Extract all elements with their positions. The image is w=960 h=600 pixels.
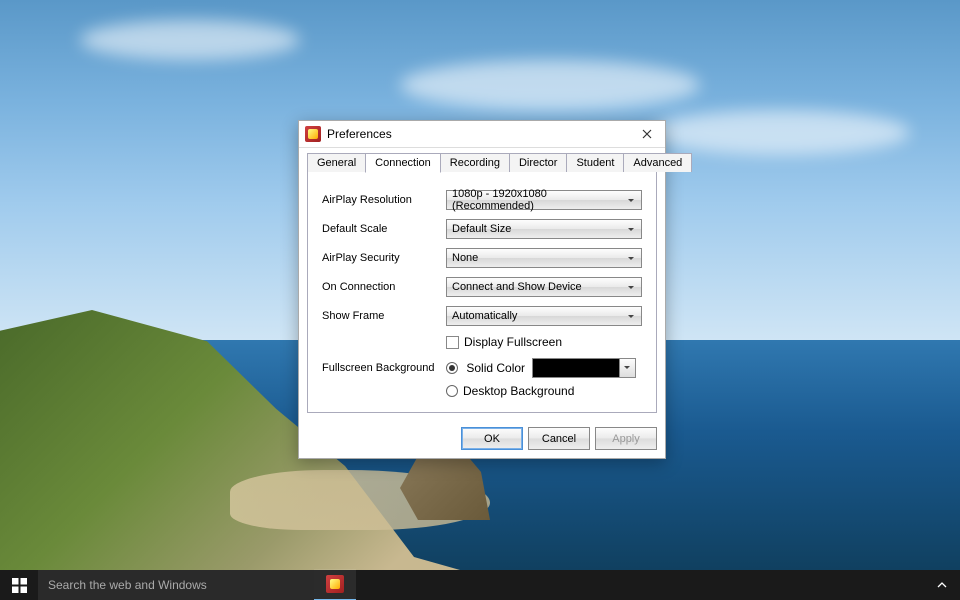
tray-overflow-button[interactable] — [930, 570, 954, 600]
tab-advanced[interactable]: Advanced — [623, 153, 692, 172]
tab-recording[interactable]: Recording — [440, 153, 510, 172]
cancel-button[interactable]: Cancel — [528, 427, 590, 450]
radio-desktop-background[interactable] — [446, 385, 458, 397]
combo-value: Connect and Show Device — [452, 281, 582, 293]
close-button[interactable] — [635, 125, 659, 143]
start-button[interactable] — [0, 570, 38, 600]
combo-airplay-resolution[interactable]: 1080p - 1920x1080 (Recommended) — [446, 190, 642, 210]
tab-director[interactable]: Director — [509, 153, 568, 172]
combo-show-frame[interactable]: Automatically — [446, 306, 642, 326]
ok-button[interactable]: OK — [461, 427, 523, 450]
combo-value: Default Size — [452, 223, 511, 235]
radio-solid-color[interactable] — [446, 362, 458, 374]
windows-icon — [12, 578, 27, 593]
app-icon — [305, 126, 321, 142]
label-airplay-resolution: AirPlay Resolution — [322, 194, 446, 206]
dialog-title: Preferences — [327, 127, 635, 141]
apply-button[interactable]: Apply — [595, 427, 657, 450]
label-solid-color: Solid Color — [466, 361, 525, 375]
tab-student[interactable]: Student — [566, 153, 624, 172]
label-on-connection: On Connection — [322, 281, 446, 293]
close-icon — [642, 129, 652, 139]
color-dropdown[interactable] — [620, 358, 636, 378]
checkbox-display-fullscreen[interactable] — [446, 336, 459, 349]
combo-airplay-security[interactable]: None — [446, 248, 642, 268]
connection-panel: AirPlay Resolution 1080p - 1920x1080 (Re… — [307, 172, 657, 413]
combo-on-connection[interactable]: Connect and Show Device — [446, 277, 642, 297]
system-tray — [930, 570, 960, 600]
label-desktop-background: Desktop Background — [463, 384, 574, 398]
label-show-frame: Show Frame — [322, 310, 446, 322]
chevron-up-icon — [937, 582, 947, 588]
combo-value: None — [452, 252, 478, 264]
taskbar-search[interactable]: Search the web and Windows — [38, 570, 314, 600]
label-default-scale: Default Scale — [322, 223, 446, 235]
desktop: Preferences General Connection Recording… — [0, 0, 960, 600]
app-icon — [326, 575, 344, 593]
tab-general[interactable]: General — [307, 153, 366, 172]
search-placeholder: Search the web and Windows — [48, 578, 207, 592]
preferences-dialog: Preferences General Connection Recording… — [298, 120, 666, 459]
color-swatch[interactable] — [532, 358, 620, 378]
tab-connection[interactable]: Connection — [365, 153, 441, 173]
combo-default-scale[interactable]: Default Size — [446, 219, 642, 239]
dialog-buttons: OK Cancel Apply — [299, 421, 665, 458]
combo-value: 1080p - 1920x1080 (Recommended) — [452, 188, 623, 212]
label-display-fullscreen: Display Fullscreen — [464, 335, 562, 349]
label-fullscreen-background: Fullscreen Background — [322, 362, 446, 374]
taskbar: Search the web and Windows — [0, 570, 960, 600]
label-airplay-security: AirPlay Security — [322, 252, 446, 264]
taskbar-app-reflector[interactable] — [314, 569, 356, 600]
titlebar[interactable]: Preferences — [299, 121, 665, 148]
combo-value: Automatically — [452, 310, 517, 322]
tab-strip: General Connection Recording Director St… — [299, 148, 665, 172]
